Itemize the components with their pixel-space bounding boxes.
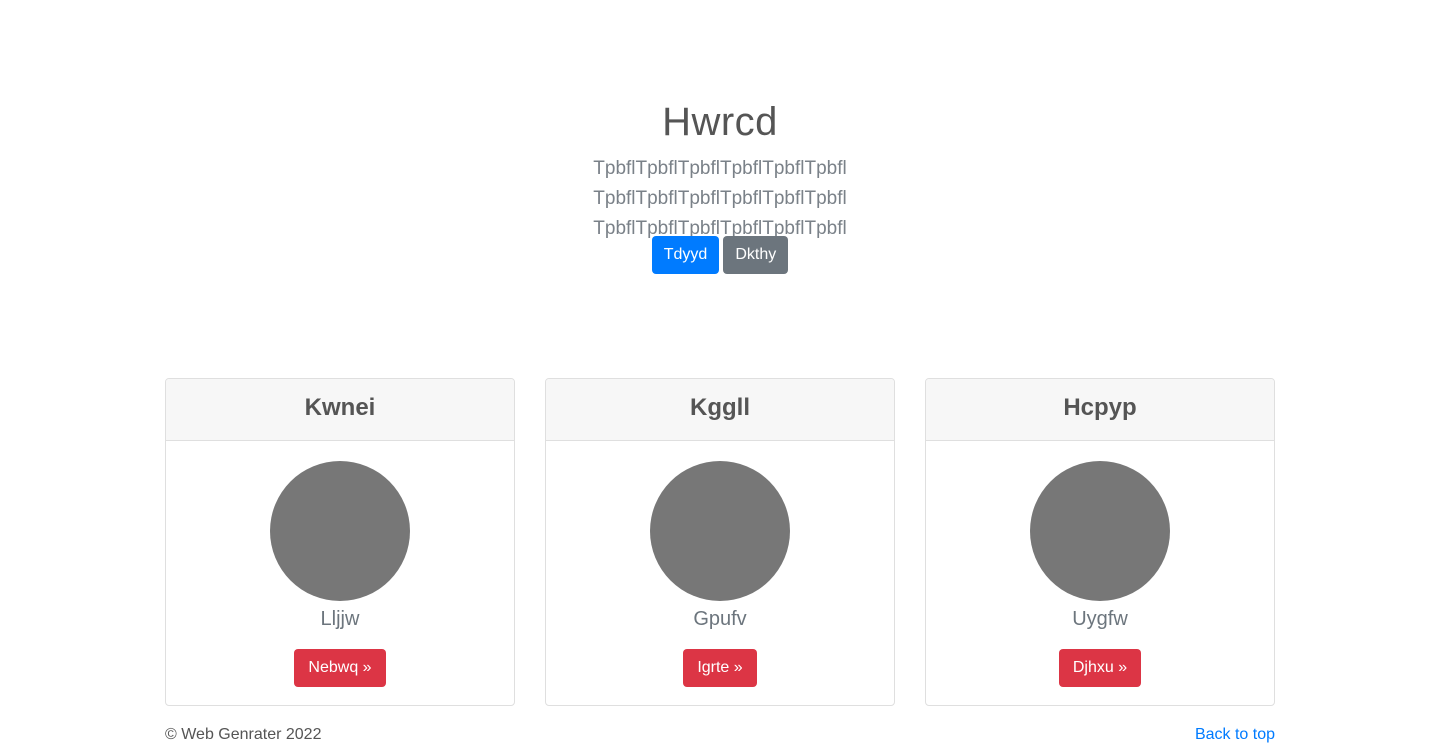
hero-title: Hwrcd [662,100,778,144]
hero-lead: TpbflTpbflTpbflTpbflTpbflTpbfl TpbflTpbf… [470,154,970,244]
card-action-button[interactable]: Djhxu » [1058,649,1142,687]
avatar [270,461,410,601]
card: Kggll Gpufv Igrte » [545,378,895,706]
secondary-button[interactable]: Dkthy [723,236,789,274]
primary-button[interactable]: Tdyyd [651,236,720,274]
cards-row: Kwnei Lljjw Nebwq » Kggll Gpufv Igrte » … [165,378,1275,706]
card: Kwnei Lljjw Nebwq » [165,378,515,706]
avatar [650,461,790,601]
card-header: Kggll [546,379,894,441]
back-to-top-link[interactable]: Back to top [1195,724,1275,746]
hero-lead-line-1: TpbflTpbflTpbflTpbflTpbflTpbfl TpbflTpbf… [593,158,847,209]
avatar [1030,461,1170,601]
card-action-button[interactable]: Igrte » [683,649,757,687]
footer: © Web Genrater 2022 Back to top [165,724,1275,746]
hero-buttons: Tdyyd Dkthy [0,236,1440,274]
card-header: Hcpyp [926,379,1274,441]
card-name: Lljjw [320,608,360,630]
card: Hcpyp Uygfw Djhxu » [925,378,1275,706]
footer-copyright: © Web Genrater 2022 [165,726,322,743]
card-header: Kwnei [166,379,514,441]
card-name: Gpufv [693,608,747,630]
card-action-button[interactable]: Nebwq » [294,649,386,687]
card-name: Uygfw [1072,608,1128,630]
